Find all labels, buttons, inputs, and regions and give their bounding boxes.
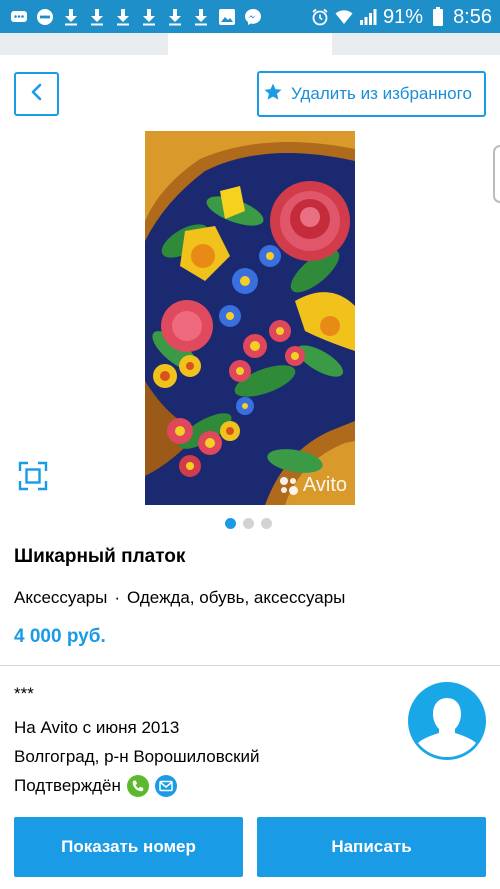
phone-verified-icon <box>126 775 149 797</box>
download-icon <box>140 8 158 26</box>
download-icon <box>88 8 106 26</box>
watermark-text: Avito <box>302 474 347 496</box>
chevron-left-icon <box>30 83 44 106</box>
show-phone-button[interactable]: Показать номер <box>14 817 243 877</box>
signal-icon <box>359 8 377 26</box>
alarm-icon <box>311 8 329 26</box>
seller-verified: Подтверждён <box>14 775 177 797</box>
notification-icons <box>10 6 262 28</box>
remove-from-favorites-button[interactable]: Удалить из избранного <box>257 71 486 117</box>
category-separator: · <box>114 588 121 607</box>
seller-name[interactable]: *** <box>14 684 34 704</box>
listing-title: Шикарный платок <box>14 546 186 567</box>
clock: 8:56 <box>453 5 492 28</box>
gallery-pager <box>225 518 272 529</box>
listing-price: 4 000 руб. <box>14 626 106 647</box>
messages-icon <box>10 8 28 26</box>
pager-dot[interactable] <box>243 518 254 529</box>
wifi-icon <box>335 8 353 26</box>
battery-percent: 91% <box>383 5 424 28</box>
status-bar: 91% 8:56 <box>0 0 500 33</box>
verified-label: Подтверждён <box>14 776 121 795</box>
seller-location: Волгоград, р-н Ворошиловский <box>14 747 260 766</box>
pager-dot-active[interactable] <box>225 518 236 529</box>
fullscreen-button[interactable] <box>18 461 48 491</box>
listing-category: Аксессуары · Одежда, обувь, аксессуары <box>14 588 345 608</box>
category-label[interactable]: Аксессуары <box>14 588 107 608</box>
listing-photo[interactable]: Avito <box>145 131 355 505</box>
image-icon <box>218 8 236 26</box>
download-icon <box>192 8 210 26</box>
download-icon <box>114 8 132 26</box>
pager-dot[interactable] <box>261 518 272 529</box>
section-divider <box>0 665 500 666</box>
battery-icon <box>429 7 447 26</box>
fullscreen-icon <box>18 461 48 495</box>
seller-since: На Avito с июня 2013 <box>14 718 180 737</box>
download-icon <box>62 8 80 26</box>
header-tab <box>168 33 332 55</box>
download-icon <box>166 8 184 26</box>
header-strip <box>0 33 500 55</box>
seller-avatar[interactable] <box>408 682 486 760</box>
star-icon <box>263 82 283 107</box>
parent-category-label[interactable]: Одежда, обувь, аксессуары <box>127 588 345 608</box>
edge-panel-handle[interactable] <box>493 145 500 203</box>
favorite-label: Удалить из избранного <box>291 84 472 103</box>
avito-watermark: Avito <box>279 474 347 497</box>
write-message-button[interactable]: Написать <box>257 817 486 877</box>
back-button[interactable] <box>14 72 59 116</box>
messenger-icon <box>244 8 262 26</box>
email-verified-icon <box>154 775 177 797</box>
system-status: 91% 8:56 <box>311 4 492 30</box>
do-not-disturb-icon <box>36 8 54 26</box>
avito-logo-icon <box>279 476 298 495</box>
